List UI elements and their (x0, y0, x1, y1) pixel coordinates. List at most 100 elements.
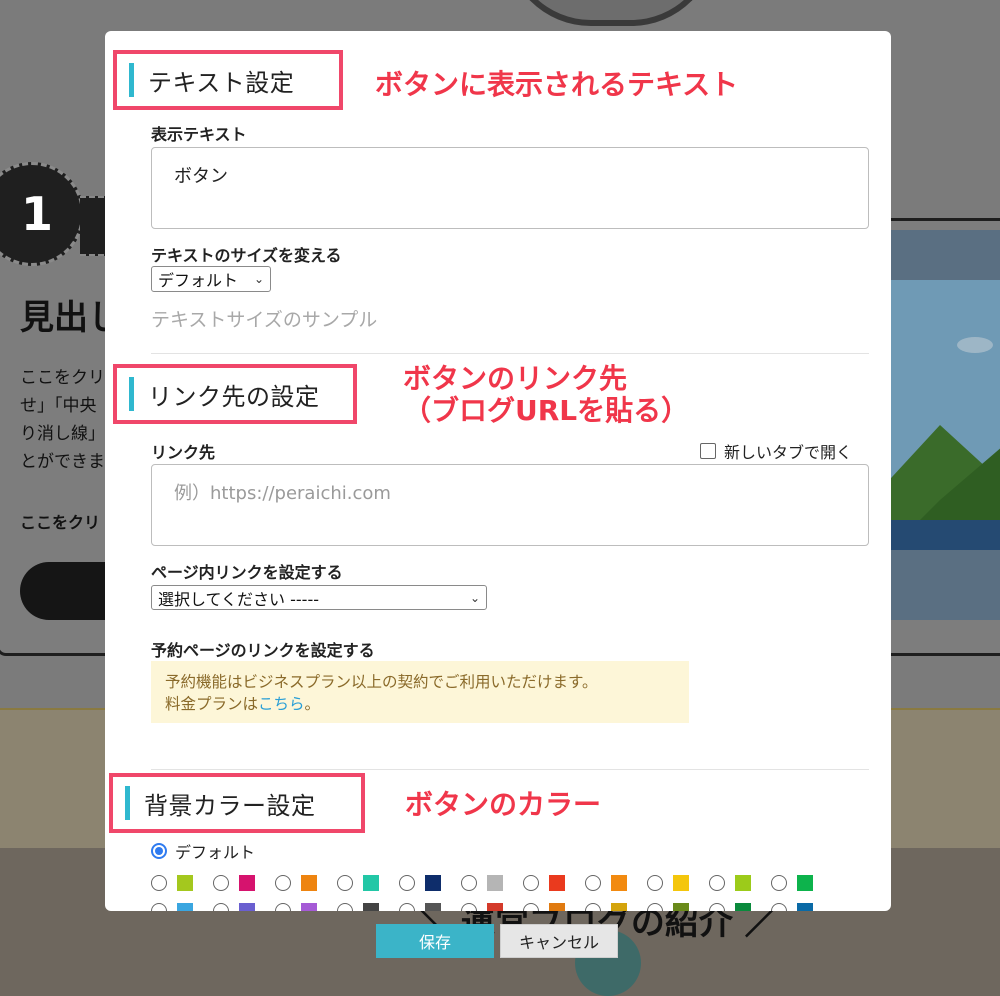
color-swatch-option[interactable] (275, 875, 317, 891)
color-swatch-option[interactable] (523, 903, 565, 911)
color-swatch-radio[interactable] (647, 875, 663, 891)
color-swatch-chip (673, 903, 689, 911)
chevron-down-icon: ⌄ (253, 272, 264, 286)
color-swatch-option[interactable] (647, 903, 689, 911)
color-swatch-option[interactable] (709, 875, 751, 891)
accent-bar (129, 377, 134, 411)
color-swatch-chip (177, 875, 193, 891)
color-swatch-option[interactable] (213, 875, 255, 891)
color-swatch-radio[interactable] (771, 875, 787, 891)
background-color-title: 背景カラー設定 (144, 791, 316, 820)
color-swatch-chip (673, 875, 689, 891)
anchor-link-select[interactable]: 選択してください ----- ⌄ (151, 585, 487, 610)
new-tab-option[interactable]: 新しいタブで開く (700, 439, 852, 463)
color-swatch-radio[interactable] (585, 903, 601, 911)
color-swatch-radio[interactable] (461, 903, 477, 911)
anchor-link-select-value: 選択してください ----- (158, 589, 319, 609)
color-swatch-chip (549, 903, 565, 911)
color-swatch-option[interactable] (771, 875, 813, 891)
color-swatch-option[interactable] (523, 875, 565, 891)
color-swatch-radio[interactable] (275, 875, 291, 891)
color-swatch-option[interactable] (151, 875, 193, 891)
color-swatch-radio[interactable] (337, 903, 353, 911)
color-swatch-radio[interactable] (585, 875, 601, 891)
notice-line-1: 予約機能はビジネスプラン以上の契約でご利用いただけます。 (165, 673, 598, 691)
color-swatch-chip (487, 875, 503, 891)
color-swatch-radio[interactable] (523, 875, 539, 891)
color-swatch-chip (363, 903, 379, 911)
new-tab-checkbox[interactable] (700, 443, 716, 459)
color-swatch-chip (425, 875, 441, 891)
display-text-label: 表示テキスト (151, 125, 247, 144)
color-swatch-radio[interactable] (275, 903, 291, 911)
color-swatch-option[interactable] (337, 875, 379, 891)
section-divider (151, 353, 869, 354)
notice-suffix: 。 (304, 695, 321, 713)
color-swatch-option[interactable] (461, 875, 503, 891)
color-swatch-chip (487, 903, 503, 911)
reservation-notice: 予約機能はビジネスプラン以上の契約でご利用いただけます。 料金プランはこちら。 (151, 661, 689, 723)
background-color-annotation: ボタンのカラー (405, 788, 602, 821)
text-size-select-value: デフォルト (158, 271, 239, 290)
color-swatch-radio[interactable] (151, 875, 167, 891)
color-swatch-radio[interactable] (461, 875, 477, 891)
accent-bar (125, 786, 130, 820)
color-swatch-chip (735, 903, 751, 911)
display-text-input[interactable] (151, 147, 869, 229)
color-swatch-option[interactable] (461, 903, 503, 911)
color-swatch-radio[interactable] (523, 903, 539, 911)
text-settings-annotation: ボタンに表示されるテキスト (375, 68, 739, 101)
default-color-radio[interactable] (151, 843, 167, 859)
text-size-label: テキストのサイズを変える (151, 246, 342, 265)
color-swatch-radio[interactable] (213, 875, 229, 891)
color-swatch-chip (611, 875, 627, 891)
color-swatch-option[interactable] (709, 903, 751, 911)
color-swatch-option[interactable] (337, 903, 379, 911)
chevron-down-icon: ⌄ (469, 590, 480, 605)
anchor-link-label: ページ内リンクを設定する (151, 563, 343, 582)
text-size-sample: テキストサイズのサンプル (151, 309, 378, 331)
color-swatch-radio[interactable] (337, 875, 353, 891)
reservation-link-label: 予約ページのリンクを設定する (151, 641, 375, 660)
color-swatch-chip (735, 875, 751, 891)
color-swatch-radio[interactable] (771, 903, 787, 911)
bg-landscape-image (880, 230, 1000, 620)
text-size-select[interactable]: デフォルト ⌄ (151, 266, 271, 292)
color-swatch-chip (797, 875, 813, 891)
color-swatch-chip (301, 875, 317, 891)
link-settings-heading: リンク先の設定 (113, 364, 357, 424)
color-swatch-option[interactable] (585, 903, 627, 911)
color-swatch-option[interactable] (585, 875, 627, 891)
accent-bar (129, 63, 134, 97)
bg-paragraph: ここをクリ せ」「中央 り消し線」 とができま (20, 368, 105, 472)
color-swatch-option[interactable] (399, 875, 441, 891)
color-swatch-option[interactable] (771, 903, 813, 911)
color-swatch-option[interactable] (151, 903, 193, 911)
button-settings-modal: テキスト設定 ボタンに表示されるテキスト 表示テキスト テキストのサイズを変える… (105, 31, 891, 911)
link-url-label: リンク先 (151, 443, 216, 462)
color-swatch-radio[interactable] (709, 875, 725, 891)
color-swatch-option[interactable] (399, 903, 441, 911)
color-swatch-option[interactable] (275, 903, 317, 911)
color-swatch-chip (301, 903, 317, 911)
color-swatch-radio[interactable] (399, 903, 415, 911)
text-settings-heading: テキスト設定 (113, 50, 343, 110)
default-color-option[interactable]: デフォルト (151, 839, 255, 863)
color-swatch-option[interactable] (647, 875, 689, 891)
color-swatch-chip (549, 875, 565, 891)
link-url-input[interactable] (151, 464, 869, 546)
color-swatch-option[interactable] (213, 903, 255, 911)
save-button[interactable]: 保存 (376, 924, 494, 958)
color-swatch-radio[interactable] (709, 903, 725, 911)
color-swatch-radio[interactable] (151, 903, 167, 911)
color-swatch-chip (797, 903, 813, 911)
notice-prefix: 料金プランは (165, 695, 259, 713)
bg-top-decoration (505, 0, 717, 26)
pricing-plan-link[interactable]: こちら (258, 695, 305, 713)
text-settings-title: テキスト設定 (148, 68, 295, 97)
color-swatch-radio[interactable] (213, 903, 229, 911)
color-swatch-chip (239, 875, 255, 891)
color-swatch-radio[interactable] (399, 875, 415, 891)
cancel-button[interactable]: キャンセル (500, 924, 618, 958)
color-swatch-radio[interactable] (647, 903, 663, 911)
